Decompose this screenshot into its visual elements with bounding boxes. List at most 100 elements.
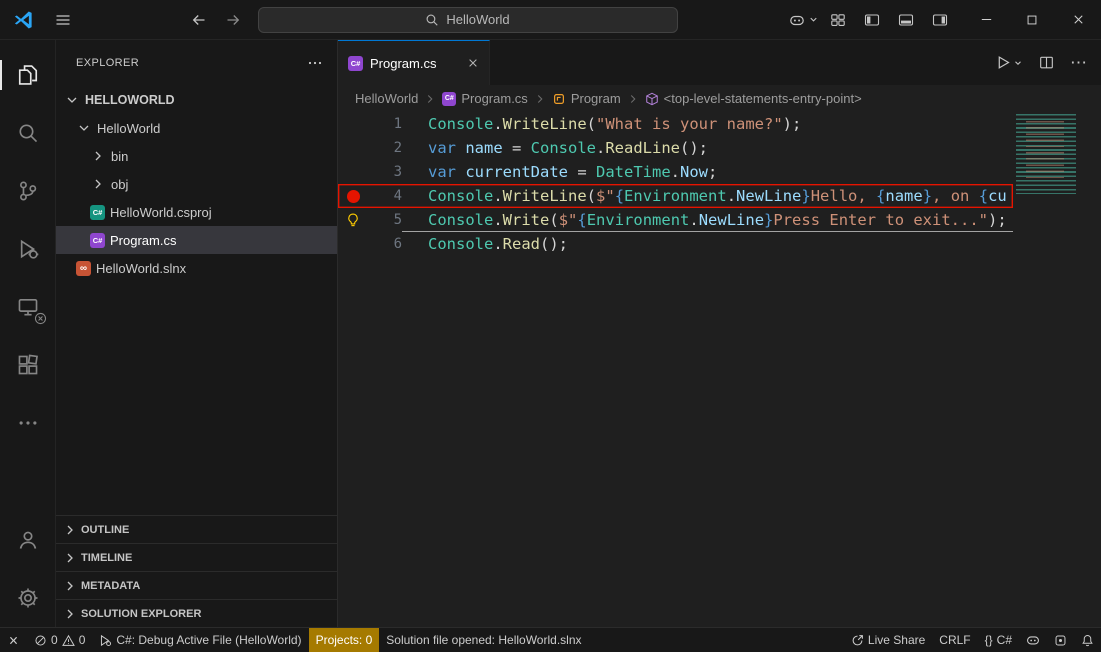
chevron-right-icon [90,176,106,192]
projects-badge[interactable]: Projects: 0 [309,628,380,652]
live-share-button[interactable]: Live Share [844,628,932,652]
bell-icon [1081,634,1094,647]
section-metadata[interactable]: METADATA [56,571,337,599]
chevron-down-icon [64,92,80,108]
remote-explorer-icon[interactable] [0,278,56,336]
sidebar-sections: OUTLINE TIMELINE METADATA SOLUTION EXPLO… [56,515,337,627]
notifications-button[interactable] [1074,628,1101,652]
extensions-icon[interactable] [0,336,56,394]
copilot-icon [1026,633,1040,647]
section-solution-explorer[interactable]: SOLUTION EXPLORER [56,599,337,627]
code-text: Console.WriteLine($"{Environment.NewLine… [402,184,1013,208]
code-line-1[interactable]: 1Console.WriteLine("What is your name?")… [338,112,1013,136]
eol-indicator[interactable]: CRLF [932,628,977,652]
window-controls [963,0,1101,40]
line-number: 5 [368,208,402,232]
tree-item-helloworld-folder[interactable]: HelloWorld [56,114,337,142]
line-number: 6 [368,232,402,256]
vscode-logo-icon [0,10,46,30]
section-timeline[interactable]: TIMELINE [56,543,337,571]
run-debug-icon[interactable] [0,220,56,278]
remote-indicator[interactable] [0,628,27,652]
brackets-icon: {} [985,633,993,647]
additional-views-icon[interactable] [0,394,56,452]
search-icon[interactable] [0,104,56,162]
code-text: Console.WriteLine("What is your name?"); [402,112,1013,136]
tree-item-workspace-root[interactable]: HELLOWORLD [56,86,337,114]
explorer-icon[interactable] [0,46,56,104]
menu-icon[interactable] [46,5,80,35]
maximize-button[interactable] [1009,0,1055,40]
command-center-search[interactable]: HelloWorld [258,7,678,33]
glyph-margin [338,112,368,136]
tree-item-bin-folder[interactable]: bin [56,142,337,170]
code-line-3[interactable]: 3var currentDate = DateTime.Now; [338,160,1013,184]
search-icon [425,13,439,27]
solution-status[interactable]: Solution file opened: HelloWorld.slnx [379,628,588,652]
tree-item-csproj-file[interactable]: C# HelloWorld.csproj [56,198,337,226]
chevron-right-icon [90,148,106,164]
error-icon [34,634,47,647]
lightbulb-icon[interactable] [338,208,368,232]
back-icon[interactable] [182,5,216,35]
editor-group: C# Program.cs ⋯ [338,40,1101,627]
toggle-primary-sidebar-icon[interactable] [855,5,889,35]
code-editor[interactable]: 1Console.WriteLine("What is your name?")… [338,112,1101,627]
chevron-right-icon [62,578,78,594]
warning-icon [62,634,75,647]
live-share-icon [851,634,864,647]
breadcrumb-folder[interactable]: HelloWorld [355,91,418,106]
code-line-2[interactable]: 2var name = Console.ReadLine(); [338,136,1013,160]
debug-icon [99,634,112,647]
csharp-devkit-status[interactable] [1047,628,1074,652]
close-button[interactable] [1055,0,1101,40]
glyph-margin [338,136,368,160]
chevron-right-icon [62,606,78,622]
error-count: 0 [51,633,58,647]
customize-layout-icon[interactable] [821,5,855,35]
explorer-more-actions-icon[interactable] [307,55,323,71]
breadcrumb-class[interactable]: Program [552,91,621,106]
problems-indicator[interactable]: 0 0 [27,628,92,652]
code-line-6[interactable]: 6Console.Read(); [338,232,1013,256]
settings-gear-icon[interactable] [0,569,56,627]
tab-program-cs[interactable]: C# Program.cs [338,40,490,85]
csharp-file-icon: C# [90,233,105,248]
csproj-file-icon: C# [90,205,105,220]
minimize-button[interactable] [963,0,1009,40]
copilot-status[interactable] [1019,628,1047,652]
code-line-5[interactable]: 5Console.Write($"{Environment.NewLine}Pr… [338,208,1013,232]
close-tab-icon[interactable] [467,57,479,69]
chevron-right-icon [62,522,78,538]
breadcrumb-file[interactable]: C# Program.cs [442,91,527,106]
toggle-secondary-sidebar-icon[interactable] [923,5,957,35]
breakpoint-icon[interactable] [338,184,368,208]
sidebar-title: EXPLORER [76,57,139,69]
accounts-icon[interactable] [0,511,56,569]
split-editor-icon[interactable] [1039,55,1054,70]
code-text: Console.Read(); [402,232,1013,256]
title-bar: HelloWorld [0,0,1101,40]
source-control-icon[interactable] [0,162,56,220]
forward-icon[interactable] [216,5,250,35]
tree-item-obj-folder[interactable]: obj [56,170,337,198]
minimap[interactable] [1016,114,1088,194]
section-outline[interactable]: OUTLINE [56,515,337,543]
solution-file-icon: ∞ [76,261,91,276]
run-file-button[interactable] [996,55,1023,70]
symbol-namespace-cube-icon [645,92,659,106]
debug-status[interactable]: C#: Debug Active File (HelloWorld) [92,628,308,652]
editor-more-actions-icon[interactable]: ⋯ [1070,54,1087,71]
line-number: 3 [368,160,402,184]
tree-item-slnx-file[interactable]: ∞ HelloWorld.slnx [56,254,337,282]
copilot-icon [789,12,805,28]
breadcrumb-entry-point[interactable]: <top-level-statements-entry-point> [645,91,862,106]
toggle-panel-icon[interactable] [889,5,923,35]
code-line-4[interactable]: 4Console.WriteLine($"{Environment.NewLin… [338,184,1013,208]
copilot-menu-button[interactable] [787,5,821,35]
language-mode[interactable]: {} C# [978,628,1019,652]
vscode-window: HelloWorld [0,0,1101,652]
code-text: var name = Console.ReadLine(); [402,136,1013,160]
tree-item-program-cs-file[interactable]: C# Program.cs [56,226,337,254]
chevron-down-icon [1013,58,1023,68]
